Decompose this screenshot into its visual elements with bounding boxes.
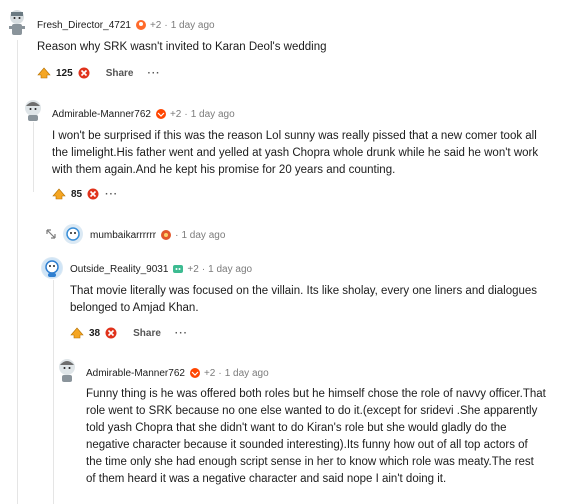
flair-count: +2	[149, 19, 162, 31]
expand-icon[interactable]	[45, 228, 57, 243]
username[interactable]: Outside_Reality_9031	[70, 264, 168, 275]
share-button[interactable]: Share	[106, 68, 134, 79]
vote-score: 85	[71, 188, 83, 200]
comment-body: Reason why SRK wasn't invited to Karan D…	[37, 41, 327, 53]
upvote-icon[interactable]	[52, 188, 66, 200]
comment-body: That movie literally was focused on the …	[70, 285, 538, 314]
username[interactable]: mumbaikarrrrrr	[90, 230, 156, 241]
separator: ·	[184, 108, 188, 120]
more-options-button[interactable]: ···	[105, 189, 118, 200]
downvote-icon[interactable]	[105, 327, 117, 339]
avatar[interactable]	[41, 257, 63, 279]
thread-line[interactable]	[17, 40, 18, 504]
timestamp[interactable]: 1 day ago	[208, 264, 252, 275]
downvote-icon[interactable]	[78, 67, 90, 79]
downvote-icon[interactable]	[87, 188, 99, 200]
flair-count: +2	[203, 367, 216, 379]
thread-line[interactable]	[53, 280, 54, 504]
more-options-button[interactable]: ···	[147, 68, 160, 79]
flair-icon	[172, 263, 184, 275]
avatar[interactable]	[55, 357, 79, 383]
flair-icon	[155, 108, 167, 120]
timestamp[interactable]: 1 day ago	[191, 109, 235, 120]
more-options-button[interactable]: ···	[175, 328, 188, 339]
flair-icon	[189, 367, 201, 379]
separator: ·	[164, 19, 168, 31]
comment-body: I won't be surprised if this was the rea…	[52, 130, 539, 176]
comment-body: Funny thing is he was offered both roles…	[86, 388, 546, 485]
vote-score: 125	[56, 67, 73, 79]
flair-icon	[160, 229, 172, 241]
username[interactable]: Admirable-Manner762	[52, 109, 151, 120]
timestamp[interactable]: 1 day ago	[181, 230, 225, 241]
share-button[interactable]: Share	[133, 328, 161, 339]
username[interactable]: Admirable-Manner762	[86, 368, 185, 379]
separator: ·	[218, 367, 222, 379]
timestamp[interactable]: 1 day ago	[171, 20, 215, 31]
separator: ·	[175, 229, 179, 241]
upvote-icon[interactable]	[37, 67, 51, 79]
flair-count: +2	[187, 263, 199, 275]
vote-score: 38	[89, 327, 101, 339]
username[interactable]: Fresh_Director_4721	[37, 20, 131, 31]
avatar[interactable]	[22, 98, 44, 122]
flair-count: +2	[169, 108, 182, 120]
thread-line[interactable]	[33, 122, 34, 192]
upvote-icon[interactable]	[70, 327, 84, 339]
flair-icon	[135, 19, 147, 31]
separator: ·	[201, 263, 206, 275]
avatar[interactable]	[63, 224, 83, 244]
avatar[interactable]	[6, 8, 28, 38]
timestamp[interactable]: 1 day ago	[225, 368, 269, 379]
